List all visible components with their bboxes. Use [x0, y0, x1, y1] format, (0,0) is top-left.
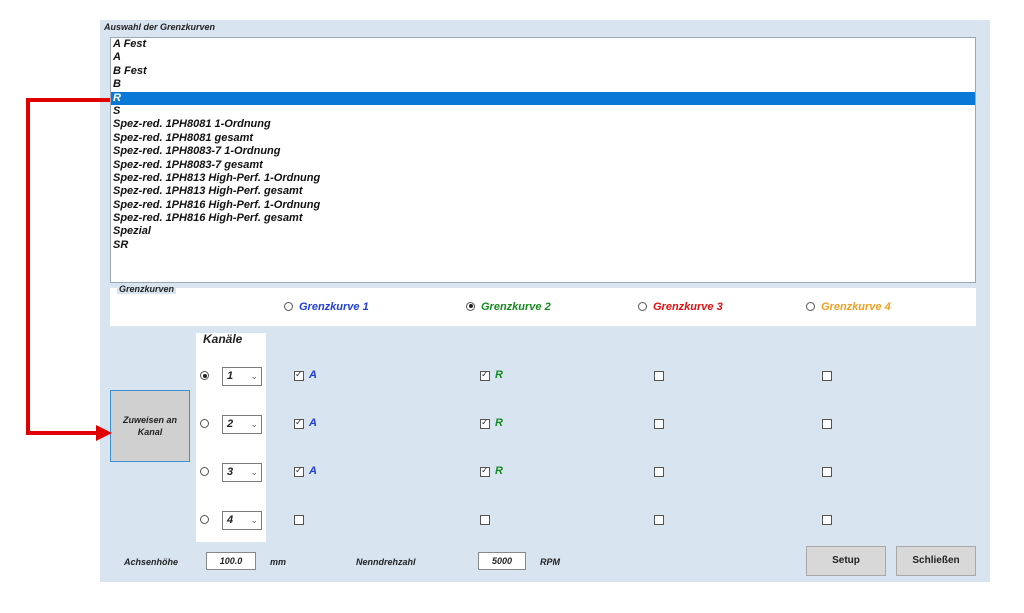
channel-select-value: 4	[227, 514, 234, 526]
assigned-curve-label: A	[309, 369, 317, 381]
channel-1-grenzkurve-3-checkbox[interactable]	[654, 371, 664, 381]
achsenhoehe-label: Achsenhöhe	[124, 557, 179, 567]
channel-3-grenzkurve-3-checkbox[interactable]	[654, 467, 664, 477]
channel-2-grenzkurve-2-checkbox[interactable]	[480, 417, 490, 429]
radio-icon	[806, 301, 815, 311]
curve-list-item[interactable]: A Fest	[111, 38, 975, 51]
channel-4-grenzkurve-1-checkbox[interactable]	[294, 515, 304, 525]
curve-list-item[interactable]: R	[111, 91, 975, 105]
curve-list-item[interactable]: A	[111, 51, 975, 64]
channel-row-radio[interactable]	[200, 419, 209, 428]
channel-3-grenzkurve-1-checkbox[interactable]	[294, 465, 304, 477]
grenzkurve-4-radio[interactable]: Grenzkurve 4	[806, 301, 891, 313]
achsenhoehe-input[interactable]: 100.0	[206, 552, 256, 570]
radio-icon	[638, 301, 647, 311]
radio-icon	[284, 301, 293, 311]
grenzkurve-label: Grenzkurve 1	[299, 301, 369, 313]
achsenhoehe-unit: mm	[270, 557, 287, 567]
grenzkurve-1-radio[interactable]: Grenzkurve 1	[284, 301, 369, 313]
channel-select[interactable]: 4 ⌄	[222, 511, 262, 530]
channel-3-grenzkurve-2-checkbox[interactable]	[480, 465, 490, 477]
channel-select-value: 1	[227, 370, 234, 382]
grenzkurven-title: Grenzkurven	[117, 284, 177, 294]
nenndrehzahl-label: Nenndrehzahl	[356, 557, 416, 567]
curve-list-item[interactable]: Spez-red. 1PH8081 gesamt	[111, 132, 975, 145]
kanaele-title: Kanäle	[203, 332, 243, 346]
grenzkurve-label: Grenzkurve 2	[481, 301, 551, 313]
curve-list-item[interactable]: B Fest	[111, 65, 975, 78]
channel-4-grenzkurve-3-checkbox[interactable]	[654, 515, 664, 525]
nenndrehzahl-unit: RPM	[540, 557, 560, 567]
channel-select-value: 2	[227, 418, 234, 430]
assigned-curve-label: R	[495, 465, 503, 477]
assigned-curve-label: A	[309, 465, 317, 477]
chevron-down-icon: ⌄	[250, 419, 258, 429]
setup-button[interactable]: Setup	[806, 546, 886, 576]
selection-group-title: Auswahl der Grenzkurven	[104, 22, 216, 32]
channel-4-grenzkurve-4-checkbox[interactable]	[822, 515, 832, 525]
channel-row-radio[interactable]	[200, 467, 209, 476]
curve-list-item[interactable]: Spez-red. 1PH813 High-Perf. 1-Ordnung	[111, 172, 975, 185]
channel-1-grenzkurve-1-checkbox[interactable]	[294, 369, 304, 381]
close-button[interactable]: Schließen	[896, 546, 976, 576]
curve-list-item[interactable]: Spez-red. 1PH813 High-Perf. gesamt	[111, 185, 975, 198]
channel-select-value: 3	[227, 466, 234, 478]
grenzkurve-3-radio[interactable]: Grenzkurve 3	[638, 301, 723, 313]
curve-list-item[interactable]: S	[111, 105, 975, 118]
radio-icon	[466, 301, 475, 311]
curve-list[interactable]: A Fest A B Fest B R S Spez-red. 1PH8081 1-Ordn…	[110, 37, 976, 283]
curve-list-item[interactable]: Spez-red. 1PH8083-7 gesamt	[111, 159, 975, 172]
nenndrehzahl-input[interactable]: 5000	[478, 552, 526, 570]
assigned-curve-label: A	[309, 417, 317, 429]
chevron-down-icon: ⌄	[250, 371, 258, 381]
channel-select[interactable]: 2 ⌄	[222, 415, 262, 434]
channel-2-grenzkurve-3-checkbox[interactable]	[654, 419, 664, 429]
channel-row-radio[interactable]	[200, 371, 209, 380]
channel-1-grenzkurve-4-checkbox[interactable]	[822, 371, 832, 381]
curve-list-item[interactable]: Spez-red. 1PH816 High-Perf. gesamt	[111, 212, 975, 225]
channel-4-grenzkurve-2-checkbox[interactable]	[480, 515, 490, 525]
curve-list-item[interactable]: SR	[111, 239, 975, 252]
assigned-curve-label: R	[495, 417, 503, 429]
channel-select[interactable]: 1 ⌄	[222, 367, 262, 386]
curve-list-item[interactable]: Spez-red. 1PH816 High-Perf. 1-Ordnung	[111, 199, 975, 212]
channel-2-grenzkurve-4-checkbox[interactable]	[822, 419, 832, 429]
channel-select[interactable]: 3 ⌄	[222, 463, 262, 482]
channel-2-grenzkurve-1-checkbox[interactable]	[294, 417, 304, 429]
assigned-curve-label: R	[495, 369, 503, 381]
curve-list-item[interactable]: Spez-red. 1PH8081 1-Ordnung	[111, 118, 975, 131]
chevron-down-icon: ⌄	[250, 467, 258, 477]
channel-row-radio[interactable]	[200, 515, 209, 524]
curve-list-item[interactable]: Spez-red. 1PH8083-7 1-Ordnung	[111, 145, 975, 158]
grenzkurve-label: Grenzkurve 3	[653, 301, 723, 313]
curve-list-item[interactable]: B	[111, 78, 975, 91]
grenzkurve-2-radio[interactable]: Grenzkurve 2	[466, 301, 551, 313]
channel-3-grenzkurve-4-checkbox[interactable]	[822, 467, 832, 477]
curve-list-item[interactable]: Spezial	[111, 225, 975, 238]
grenzkurve-label: Grenzkurve 4	[821, 301, 891, 313]
assign-to-channel-button[interactable]: Zuweisen an Kanal	[110, 390, 190, 462]
chevron-down-icon: ⌄	[250, 515, 258, 525]
channel-1-grenzkurve-2-checkbox[interactable]	[480, 369, 490, 381]
